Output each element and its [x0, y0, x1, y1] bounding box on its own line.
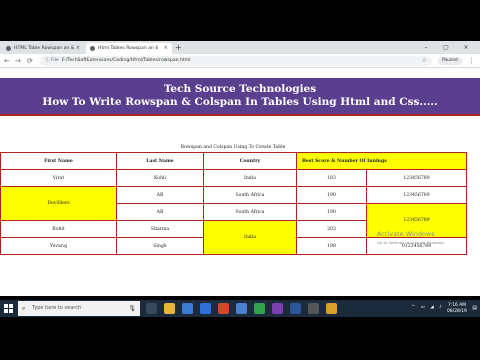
watermark-subtitle: Go to Settings to activate Windows.	[377, 240, 446, 245]
store-icon[interactable]	[200, 303, 211, 314]
cell-innings: 123456789	[365, 169, 468, 187]
table-row: Virat Kohli India 183 123456789	[0, 169, 468, 187]
task-view-icon[interactable]	[146, 303, 157, 314]
cell-score: 203	[296, 220, 367, 238]
cell-first-name: Rohit	[0, 220, 117, 238]
site-info-icon[interactable]: ⓘ File	[45, 56, 59, 66]
forward-button[interactable]: →	[15, 55, 21, 67]
tab-active[interactable]: Html Tables Rowspan an & Colsp ×	[86, 43, 172, 54]
notifications-icon[interactable]: ▤	[472, 305, 477, 311]
tab-title: HTML Table Rowspan an & Cols	[14, 46, 74, 51]
header-last-name: Last Name	[116, 152, 204, 170]
tab-inactive[interactable]: HTML Table Rowspan an & Cols ×	[2, 43, 84, 54]
search-placeholder: Type here to search	[32, 305, 82, 311]
header-best-score: Best Score & Number Of Innings	[295, 152, 468, 170]
app-icon[interactable]	[290, 303, 301, 314]
tab-strip: HTML Table Rowspan an & Cols × Html Tabl…	[0, 41, 480, 54]
cell-country: India	[203, 169, 297, 187]
address-url: F:/TechSoftExtensions/Coding/Html/Tables…	[62, 58, 191, 63]
cell-score: 190	[296, 203, 367, 221]
start-windows-icon[interactable]	[4, 304, 13, 313]
taskbar: ⌕ Type here to search 🎙 ^ ▭ ◢ ♪ 7:16 AM …	[0, 300, 480, 317]
cell-score: 198	[296, 237, 367, 255]
taskbar-search-input[interactable]: ⌕ Type here to search 🎙	[18, 301, 140, 316]
header-first-name: First Name	[0, 152, 117, 170]
table-header-row: First Name Last Name Country Best Score …	[0, 152, 468, 170]
page-banner: Tech Source Technologies How To Write Ro…	[0, 78, 480, 116]
new-tab-button[interactable]: +	[175, 42, 182, 53]
file-explorer-icon[interactable]	[164, 303, 175, 314]
banner-subtitle: How To Write Rowspan & Colspan In Tables…	[42, 96, 438, 108]
microphone-icon[interactable]: 🎙	[128, 301, 136, 316]
header-country: Country	[203, 152, 297, 170]
tab-title: Html Tables Rowspan an & Colsp	[98, 46, 158, 51]
reload-button[interactable]: ⟳	[27, 55, 33, 67]
cell-country: South Africa	[203, 186, 297, 204]
cell-first-name: Virat	[0, 169, 117, 187]
cell-score: 190	[296, 186, 367, 204]
watermark-title: Activate Windows	[377, 230, 435, 238]
table-caption: Rowspan and Colspan Using To Create Tabl…	[180, 145, 286, 150]
taskbar-clock[interactable]: 7:16 AM 08/28/19	[446, 303, 468, 314]
profile-button[interactable]: Paused	[438, 57, 462, 65]
clock-time: 7:16 AM	[447, 303, 467, 308]
bookmark-star-icon[interactable]: ☆	[422, 56, 427, 66]
table-row: Devilliers AB South Africa 190 123456789	[0, 186, 468, 221]
back-button[interactable]: ←	[4, 55, 10, 67]
edge-browser-icon[interactable]	[182, 303, 193, 314]
premiere-icon[interactable]	[272, 303, 283, 314]
page-content: Tech Source Technologies How To Write Ro…	[0, 69, 480, 296]
address-bar[interactable]: ⓘ File F:/TechSoftExtensions/Coding/Html…	[40, 56, 432, 66]
browser-toolbar: ← → ⟳ ⓘ File F:/TechSoftExtensions/Codin…	[0, 54, 480, 68]
cell-last-name: Kohli	[116, 169, 204, 187]
cell-last-name: AB	[116, 186, 204, 204]
tab-favicon-icon	[90, 46, 95, 51]
tab-close-icon[interactable]: ×	[76, 43, 80, 54]
app-icon[interactable]	[308, 303, 319, 314]
browser-window: HTML Table Rowspan an & Cols × Html Tabl…	[0, 41, 480, 296]
close-window-button[interactable]: ×	[456, 41, 476, 54]
cell-last-name: Singh	[116, 237, 204, 255]
banner-title: Tech Source Technologies	[163, 83, 317, 95]
activate-windows-watermark: Activate Windows Go to Settings to activ…	[377, 230, 477, 245]
window-controls: – ▢ ×	[416, 41, 476, 54]
app-icon[interactable]	[326, 303, 337, 314]
cell-country: South Africa	[203, 203, 297, 221]
browser-menu-icon[interactable]: ⋮	[468, 55, 475, 67]
cell-first-name: Yuvaraj	[0, 237, 117, 255]
office-icon[interactable]	[218, 303, 229, 314]
tab-favicon-icon	[6, 46, 11, 51]
tab-close-icon[interactable]: ×	[164, 43, 168, 54]
chrome-icon[interactable]	[254, 303, 265, 314]
cell-first-name: Devilliers	[0, 186, 117, 221]
cell-country: India	[203, 220, 297, 255]
maximize-button[interactable]: ▢	[436, 41, 456, 54]
clock-date: 08/28/19	[447, 308, 467, 314]
word-icon[interactable]	[236, 303, 247, 314]
cell-last-name: AB	[116, 203, 204, 221]
screen: HTML Table Rowspan an & Cols × Html Tabl…	[0, 0, 480, 360]
search-icon: ⌕	[22, 305, 26, 312]
cell-score: 183	[296, 169, 367, 187]
minimize-button[interactable]: –	[416, 41, 436, 54]
tray-icons[interactable]: ^ ▭ ◢ ♪	[411, 305, 444, 310]
cell-last-name: Sharma	[116, 220, 204, 238]
cell-innings: 123456789	[365, 186, 468, 204]
